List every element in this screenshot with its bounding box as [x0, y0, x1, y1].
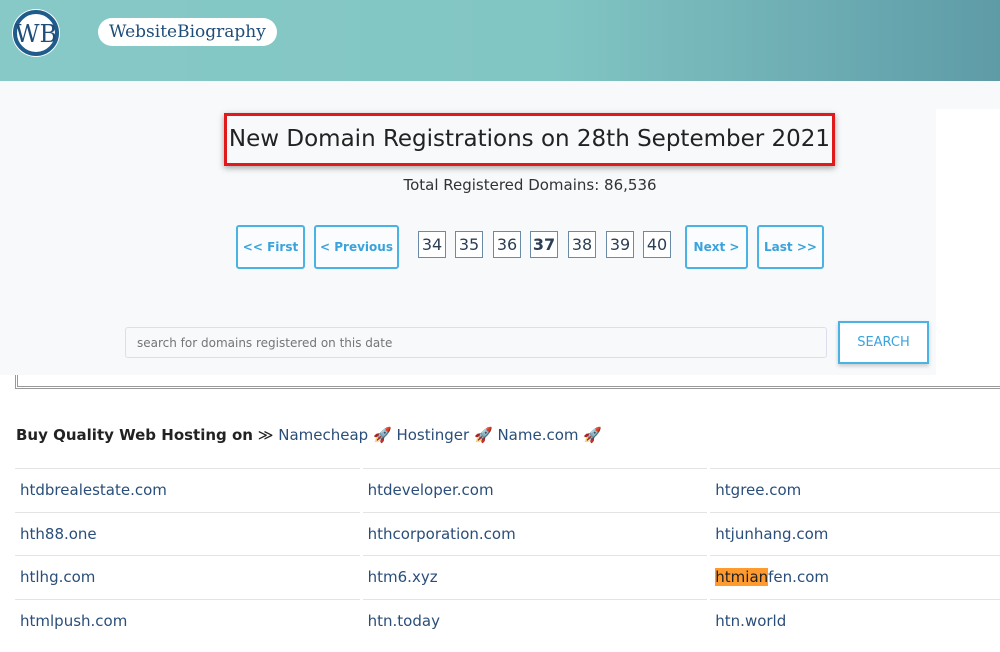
first-page-button[interactable]: << First — [236, 225, 305, 269]
rocket-icon: 🚀 — [473, 426, 493, 444]
hosting-promo: Buy Quality Web Hosting on ≫ Namecheap 🚀… — [16, 426, 602, 444]
domain-link[interactable]: htjunhang.com — [710, 511, 1000, 556]
page-title: New Domain Registrations on 28th Septemb… — [224, 113, 835, 166]
page-37-button[interactable]: 37 — [530, 231, 558, 258]
domain-row: hth88.one hthcorporation.com htjunhang.com — [15, 511, 1000, 556]
domain-list: htdbrealestate.com htdeveloper.com htgree.… — [15, 468, 1000, 642]
domain-row: htmlpush.com htn.today htn.world — [15, 598, 1000, 643]
page-36-button[interactable]: 36 — [493, 231, 521, 258]
page-35-button[interactable]: 35 — [455, 231, 483, 258]
domain-link[interactable]: htlhg.com — [15, 555, 360, 599]
total-domains: Total Registered Domains: 86,536 — [403, 176, 657, 194]
page-39-button[interactable]: 39 — [606, 231, 634, 258]
search-button[interactable]: SEARCH — [838, 321, 929, 364]
page-40-button[interactable]: 40 — [643, 231, 671, 258]
search-highlight: htmian — [715, 568, 769, 587]
divider — [15, 375, 1000, 389]
brand-name[interactable]: WebsiteBiography — [98, 18, 277, 46]
namecheap-link[interactable]: Namecheap — [278, 426, 368, 444]
hostinger-link[interactable]: Hostinger — [396, 426, 469, 444]
svg-text:WB: WB — [15, 20, 57, 48]
page-34-button[interactable]: 34 — [418, 231, 446, 258]
domain-search-input[interactable] — [125, 327, 827, 358]
rocket-icon: 🚀 — [372, 426, 392, 444]
hosting-label: Buy Quality Web Hosting on — [16, 426, 253, 444]
rocket-icon: 🚀 — [583, 426, 602, 444]
domain-link[interactable]: hthcorporation.com — [362, 511, 708, 556]
domain-link[interactable]: htn.today — [362, 598, 708, 643]
domain-row: htlhg.com htm6.xyz htmian fen.com — [15, 555, 1000, 599]
domain-link[interactable]: hth88.one — [15, 511, 360, 556]
domain-row: htdbrealestate.com htdeveloper.com htgree.… — [15, 468, 1000, 512]
separator: ≫ — [257, 426, 274, 444]
logo-icon[interactable]: WB — [10, 7, 62, 59]
domain-link[interactable]: htm6.xyz — [362, 555, 708, 599]
site-header: WB WebsiteBiography — [0, 0, 1000, 81]
domain-link[interactable]: htdbrealestate.com — [15, 468, 360, 512]
domain-link[interactable]: htn.world — [710, 598, 1000, 643]
panel-strip — [936, 81, 1000, 109]
previous-page-button[interactable]: < Previous — [314, 225, 399, 269]
domain-link[interactable]: htmian fen.com — [710, 555, 1000, 599]
domain-link[interactable]: htgree.com — [710, 468, 1000, 512]
domain-link[interactable]: htmlpush.com — [15, 598, 360, 643]
domain-link[interactable]: htdeveloper.com — [362, 468, 708, 512]
last-page-button[interactable]: Last >> — [757, 225, 824, 269]
page-38-button[interactable]: 38 — [568, 231, 596, 258]
namecom-link[interactable]: Name.com — [497, 426, 578, 444]
next-page-button[interactable]: Next > — [685, 225, 748, 269]
